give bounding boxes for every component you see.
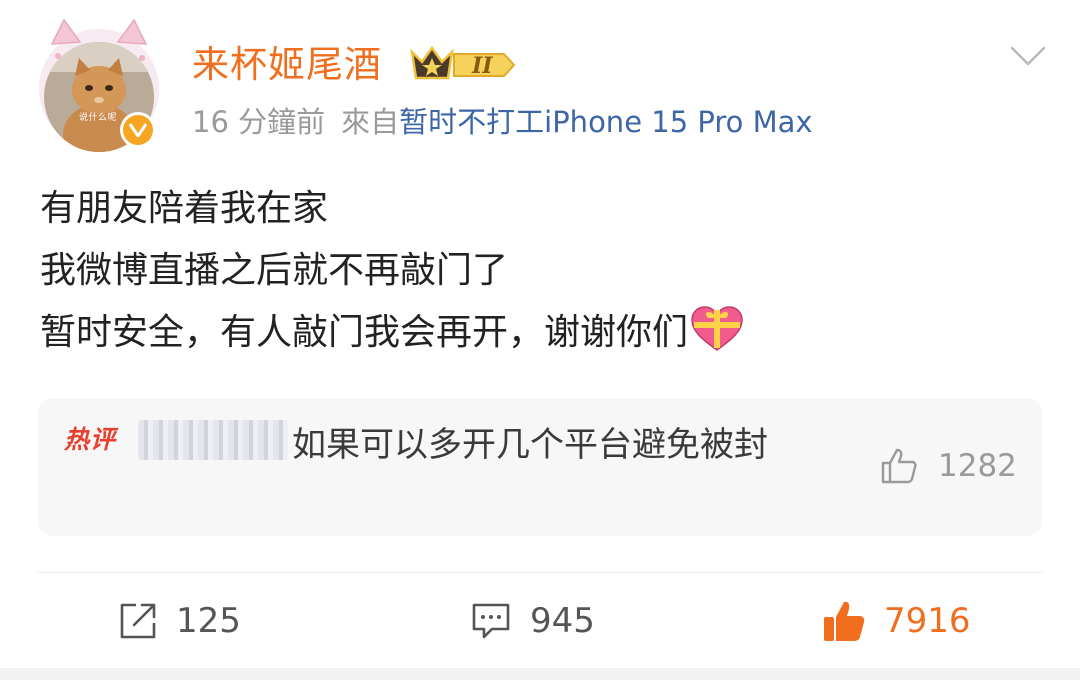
repost-icon xyxy=(120,603,156,639)
post-source-link[interactable]: 暂时不打工iPhone 15 Pro Max xyxy=(399,105,812,139)
hot-comment-like-count: 1282 xyxy=(938,448,1017,484)
post-line: 我微博直播之后就不再敲门了 xyxy=(40,250,509,291)
thumbs-up-icon xyxy=(881,448,917,484)
post-line-text: 暂时安全，有人敲门我会再开，谢谢你们 xyxy=(40,312,689,353)
like-button[interactable]: 7916 xyxy=(822,598,971,644)
hot-comment-text: 如果可以多开几个平台避免被封 xyxy=(292,425,768,465)
chevron-down-icon[interactable] xyxy=(1008,44,1048,68)
comment-count: 945 xyxy=(530,601,595,641)
post-body: 有朋友陪着我在家 我微博直播之后就不再敲门了 暂时安全，有人敲门我会再开，谢谢你… xyxy=(40,178,1040,364)
member-level-text: II xyxy=(471,53,493,79)
hot-comment-like-button[interactable]: 1282 xyxy=(880,446,1017,486)
hot-comment-tag: 热评 xyxy=(64,425,117,454)
source-prefix: 來自 xyxy=(341,105,400,139)
post-time: 16 分鐘前 xyxy=(192,105,326,139)
hot-comment-text-wrap: 如果可以多开几个平台避免被封 xyxy=(150,416,850,474)
like-count: 7916 xyxy=(884,601,971,641)
gift-heart-icon xyxy=(691,306,743,351)
comment-icon xyxy=(472,603,510,639)
member-crown-badge-icon[interactable]: II xyxy=(408,44,518,86)
post-meta: 16 分鐘前 來自暂时不打工iPhone 15 Pro Max xyxy=(192,102,813,142)
comment-button[interactable]: 945 xyxy=(470,598,595,644)
repost-button[interactable]: 125 xyxy=(118,598,241,644)
verified-badge xyxy=(120,112,156,148)
post-line: 有朋友陪着我在家 xyxy=(40,188,329,229)
bottom-separator xyxy=(0,668,1080,680)
repost-count: 125 xyxy=(176,601,241,641)
post-line-last: 暂时安全，有人敲门我会再开，谢谢你们 xyxy=(40,302,1040,364)
avatar-caption: 说什么呢 xyxy=(79,113,118,123)
weibo-post-card: 说什么呢 来杯姬尾酒 II 16 分鐘前 來自暂时不打工iPhone 15 Pro… xyxy=(0,0,1080,680)
username[interactable]: 来杯姬尾酒 xyxy=(192,40,382,90)
thumbs-up-filled-icon xyxy=(824,601,865,641)
verified-v-icon xyxy=(129,123,147,137)
hot-comment-box[interactable]: 热评 如果可以多开几个平台避免被封 1282 xyxy=(38,398,1042,536)
avatar-wrap[interactable]: 说什么呢 xyxy=(36,14,166,152)
divider xyxy=(38,572,1042,573)
